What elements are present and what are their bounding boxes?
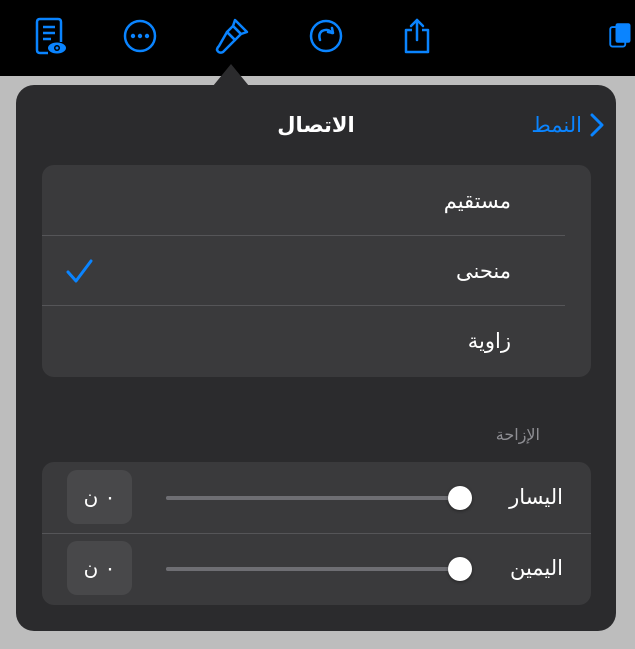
chevron-right-icon (590, 113, 604, 137)
offset-left-value-field[interactable]: ٠ ن (67, 470, 132, 524)
offset-row-left: اليسار ٠ ن (42, 462, 591, 533)
checkmark-icon (64, 257, 94, 287)
more-icon[interactable] (118, 14, 162, 58)
offset-right-slider-fill (166, 567, 460, 571)
popover-arrow (213, 64, 249, 86)
toolbar (0, 0, 635, 76)
offset-right-slider-thumb[interactable] (448, 557, 472, 581)
document-eye-icon[interactable] (28, 14, 72, 58)
offset-left-slider-thumb[interactable] (448, 486, 472, 510)
share-icon[interactable] (395, 14, 439, 58)
format-brush-icon[interactable] (210, 14, 254, 58)
back-button-label: النمط (531, 113, 582, 137)
connection-popover: الاتصال النمط مستقيم منحنى زاوية الإزاحة… (16, 85, 616, 631)
style-option-label: مستقيم (443, 189, 511, 213)
popover-header: الاتصال النمط (16, 105, 616, 145)
offset-row-right: اليمين ٠ ن (42, 533, 591, 604)
style-option-label: زاوية (467, 329, 511, 353)
style-option-straight[interactable]: مستقيم (42, 165, 591, 235)
offset-right-label: اليمين (509, 556, 563, 580)
connection-style-list: مستقيم منحنى زاوية (42, 165, 591, 377)
offset-section-label: الإزاحة (495, 425, 540, 444)
offset-right-slider-track[interactable] (166, 567, 460, 571)
style-option-curved[interactable]: منحنى (42, 235, 591, 305)
offset-right-value-field[interactable]: ٠ ن (67, 541, 132, 595)
offset-list: اليسار ٠ ن اليمين ٠ ن (42, 462, 591, 605)
style-option-label: منحنى (456, 259, 511, 283)
screen: الاتصال النمط مستقيم منحنى زاوية الإزاحة… (0, 0, 635, 649)
offset-left-label: اليسار (509, 485, 563, 509)
back-button[interactable]: النمط (531, 105, 604, 145)
popover-title: الاتصال (277, 113, 355, 137)
offset-left-slider-track[interactable] (166, 496, 460, 500)
style-option-angle[interactable]: زاوية (42, 305, 591, 375)
copy-icon[interactable] (608, 14, 635, 58)
offset-left-slider-fill (166, 496, 460, 500)
redo-icon[interactable] (304, 14, 348, 58)
